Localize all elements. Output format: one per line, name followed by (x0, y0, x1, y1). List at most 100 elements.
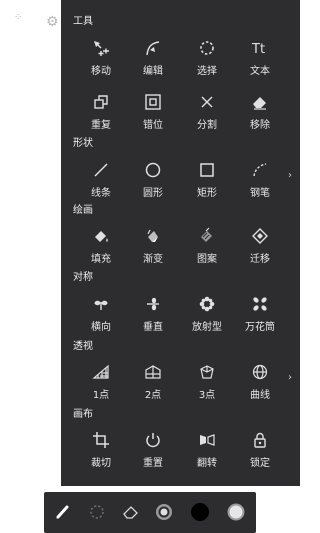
section-title-canvas: 画布 (73, 409, 93, 420)
tools-panel: 工具 移动 编辑 选择 Tt 文本 重复 错位 分割 移除 形状 线条 圆形 矩… (61, 0, 300, 486)
vertical-symmetry-icon (147, 297, 159, 311)
kaleidoscope-icon (253, 297, 267, 311)
settings-icon: ⚙ (46, 14, 59, 30)
text-icon: Tt (251, 42, 265, 57)
tool-duplicate[interactable]: 重复 (73, 92, 129, 132)
radial-symmetry-icon (199, 296, 215, 312)
three-point-perspective-icon (200, 365, 214, 379)
tool-three-point[interactable]: 3点 (179, 362, 235, 402)
tool-label: 曲线 (250, 390, 270, 401)
crop-icon (93, 432, 109, 448)
tool-label: 钢笔 (250, 188, 270, 199)
pen-curve-icon (253, 163, 267, 177)
lasso-select-icon[interactable] (87, 502, 107, 522)
tool-label: 翻转 (197, 458, 217, 469)
tool-edit[interactable]: 编辑 (125, 38, 181, 78)
tool-label: 移除 (250, 120, 270, 131)
move-icon (94, 41, 109, 56)
tool-label: 错位 (143, 120, 163, 131)
line-icon (94, 163, 108, 177)
curve-perspective-icon (252, 364, 268, 380)
one-point-perspective-icon (92, 364, 109, 379)
rectangle-icon (200, 163, 214, 177)
gradient-icon (147, 229, 158, 242)
eraser-icon (253, 97, 266, 110)
tool-label: 分割 (197, 120, 217, 131)
circle-icon (145, 162, 161, 178)
fill-icon (95, 231, 108, 242)
tool-label: 圆形 (143, 188, 163, 199)
tool-label: 放射型 (192, 322, 222, 333)
tool-pattern[interactable]: 图案 (179, 226, 235, 266)
tool-vertical[interactable]: 垂直 (125, 294, 181, 334)
perspective-more-chevron-icon[interactable]: › (288, 372, 292, 383)
tool-label: 编辑 (143, 66, 163, 77)
brush-size-icon[interactable] (154, 502, 174, 522)
eraser-icon[interactable] (121, 502, 141, 522)
tool-select[interactable]: 选择 (179, 38, 235, 78)
split-icon (201, 96, 213, 108)
tool-gradient[interactable]: 渐变 (125, 226, 181, 266)
tool-radial[interactable]: 放射型 (179, 294, 235, 334)
tool-split[interactable]: 分割 (179, 92, 235, 132)
tool-label: 填充 (91, 254, 111, 265)
tool-label: 3点 (198, 390, 216, 401)
tool-kaleidoscope[interactable]: 万花筒 (232, 294, 288, 334)
two-point-perspective-icon (145, 365, 161, 379)
background-toolbar: ⁘ ⚙ (14, 12, 62, 36)
tool-move[interactable]: 移动 (73, 38, 129, 78)
section-title-symmetry: 对称 (73, 272, 93, 283)
tool-offset[interactable]: 错位 (125, 92, 181, 132)
tool-fill[interactable]: 填充 (73, 226, 129, 266)
edit-icon (146, 41, 160, 56)
bottom-toolbar (44, 492, 256, 533)
select-icon (200, 41, 214, 55)
tool-label: 2点 (144, 390, 162, 401)
tool-label: 裁切 (91, 458, 111, 469)
reset-icon (146, 433, 160, 448)
tool-transfer[interactable]: 迁移 (232, 226, 288, 266)
pattern-icon (201, 227, 212, 242)
tool-label: 重复 (91, 120, 111, 131)
tool-rectangle[interactable]: 矩形 (179, 160, 235, 200)
tool-label: 图案 (197, 254, 217, 265)
dots-icon: ⁘ (14, 12, 23, 23)
tool-label: 线条 (91, 188, 111, 199)
tool-reset[interactable]: 重置 (125, 430, 181, 470)
section-title-shapes: 形状 (73, 138, 93, 149)
lock-icon (254, 432, 266, 448)
tool-flip[interactable]: 翻转 (179, 430, 235, 470)
section-title-perspective: 透视 (73, 341, 93, 352)
tool-label: 矩形 (197, 188, 217, 199)
color-swatch-icon[interactable] (190, 502, 210, 522)
tool-lock[interactable]: 锁定 (232, 430, 288, 470)
transfer-icon (252, 228, 268, 244)
opacity-icon[interactable] (226, 502, 246, 522)
tool-line[interactable]: 线条 (73, 160, 129, 200)
tool-text[interactable]: Tt 文本 (232, 38, 288, 78)
duplicate-icon (94, 95, 108, 109)
tool-label: 选择 (197, 66, 217, 77)
svg-text:Tt: Tt (251, 42, 265, 57)
tool-curve[interactable]: 曲线 (232, 362, 288, 402)
tool-label: 渐变 (143, 254, 163, 265)
brush-icon[interactable] (53, 502, 73, 522)
shapes-more-chevron-icon[interactable]: › (288, 170, 292, 181)
flip-icon (200, 434, 215, 446)
tool-circle[interactable]: 圆形 (125, 160, 181, 200)
tool-label: 移动 (91, 66, 111, 77)
section-title-paint: 绘画 (73, 205, 93, 216)
tool-label: 万花筒 (245, 322, 275, 333)
section-title-tools: 工具 (73, 16, 93, 27)
tool-crop[interactable]: 裁切 (73, 430, 129, 470)
tool-label: 锁定 (250, 458, 270, 469)
tool-label: 文本 (250, 66, 270, 77)
horizontal-symmetry-icon (94, 300, 108, 310)
tool-label: 迁移 (250, 254, 270, 265)
tool-pen[interactable]: 钢笔 (232, 160, 288, 200)
tool-one-point[interactable]: 1点 (73, 362, 129, 402)
tool-two-point[interactable]: 2点 (125, 362, 181, 402)
tool-horizontal[interactable]: 横向 (73, 294, 129, 334)
tool-remove[interactable]: 移除 (232, 92, 288, 132)
offset-icon (145, 94, 161, 110)
